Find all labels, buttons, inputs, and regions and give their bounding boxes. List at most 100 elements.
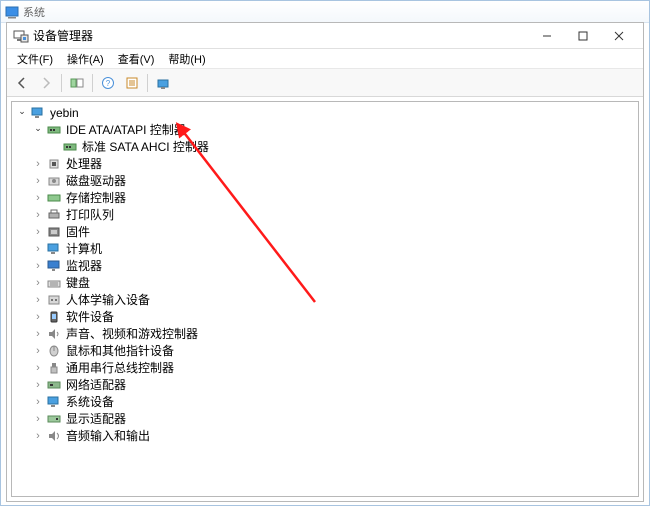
menu-action[interactable]: 操作(A): [61, 49, 110, 69]
tree-label: 人体学输入设备: [64, 292, 150, 308]
outer-titlebar[interactable]: 系统: [1, 1, 649, 23]
tree-label: 磁盘驱动器: [64, 173, 126, 189]
tree-item-ide[interactable]: IDE ATA/ATAPI 控制器: [12, 121, 638, 138]
chevron-right-icon[interactable]: [32, 156, 44, 172]
menu-help[interactable]: 帮助(H): [162, 49, 211, 69]
system-device-icon: [46, 395, 62, 409]
computer-icon: [46, 242, 62, 256]
tree-label: 存储控制器: [64, 190, 126, 206]
chevron-down-icon[interactable]: [16, 105, 28, 121]
device-tree: yebin IDE ATA/ATAPI 控制器 标准 SATA AHCI 控制器…: [12, 102, 638, 446]
ide-controller-icon: [62, 140, 78, 154]
tree-item-hid[interactable]: 人体学输入设备: [12, 291, 638, 308]
menu-file[interactable]: 文件(F): [11, 49, 59, 69]
inner-titlebar[interactable]: 设备管理器: [7, 23, 643, 49]
chevron-right-icon[interactable]: [32, 411, 44, 427]
menu-bar: 文件(F) 操作(A) 查看(V) 帮助(H): [7, 49, 643, 69]
chevron-right-icon[interactable]: [32, 343, 44, 359]
tree-item-cpu[interactable]: 处理器: [12, 155, 638, 172]
tree-label: 固件: [64, 224, 90, 240]
usb-icon: [46, 361, 62, 375]
printer-icon: [46, 208, 62, 222]
hid-icon: [46, 293, 62, 307]
tree-label: 显示适配器: [64, 411, 126, 427]
tree-item-firmware[interactable]: 固件: [12, 223, 638, 240]
tree-item-usb[interactable]: 通用串行总线控制器: [12, 359, 638, 376]
tree-label: 键盘: [64, 275, 90, 291]
chevron-right-icon[interactable]: [32, 241, 44, 257]
forward-button[interactable]: [35, 72, 57, 94]
storage-controller-icon: [46, 191, 62, 205]
chevron-right-icon[interactable]: [32, 224, 44, 240]
chevron-right-icon[interactable]: [32, 292, 44, 308]
show-hide-tree-button[interactable]: [66, 72, 88, 94]
device-manager-window: 设备管理器 文件(F) 操作(A) 查看(V) 帮助(H) ? yebin: [6, 22, 644, 502]
tree-item-storage[interactable]: 存储控制器: [12, 189, 638, 206]
menu-view[interactable]: 查看(V): [112, 49, 161, 69]
tree-item-printqueue[interactable]: 打印队列: [12, 206, 638, 223]
tree-item-audio-io[interactable]: 音频输入和输出: [12, 427, 638, 444]
tree-item-audio-video[interactable]: 声音、视频和游戏控制器: [12, 325, 638, 342]
tree-label: 处理器: [64, 156, 102, 172]
chevron-right-icon[interactable]: [32, 394, 44, 410]
help-button[interactable]: ?: [97, 72, 119, 94]
tree-label: 鼠标和其他指针设备: [64, 343, 174, 359]
tree-label: 软件设备: [64, 309, 114, 325]
scan-hardware-button[interactable]: [152, 72, 174, 94]
maximize-button[interactable]: [565, 25, 601, 47]
chevron-right-icon[interactable]: [32, 309, 44, 325]
chevron-right-icon[interactable]: [32, 275, 44, 291]
chevron-right-icon[interactable]: [32, 360, 44, 376]
audio-io-icon: [46, 429, 62, 443]
tree-label: 标准 SATA AHCI 控制器: [80, 139, 209, 155]
tree-item-mouse[interactable]: 鼠标和其他指针设备: [12, 342, 638, 359]
minimize-button[interactable]: [529, 25, 565, 47]
tree-root[interactable]: yebin: [12, 104, 638, 121]
chevron-right-icon[interactable]: [32, 190, 44, 206]
ide-controller-icon: [46, 123, 62, 137]
window-controls: [529, 25, 637, 47]
tree-item-system[interactable]: 系统设备: [12, 393, 638, 410]
tree-label: 监视器: [64, 258, 102, 274]
tree-item-sata-ahci[interactable]: 标准 SATA AHCI 控制器: [12, 138, 638, 155]
tree-label: yebin: [48, 105, 79, 121]
system-icon: [5, 5, 19, 19]
network-adapter-icon: [46, 378, 62, 392]
tree-label: 音频输入和输出: [64, 428, 150, 444]
computer-icon: [30, 106, 46, 120]
software-device-icon: [46, 310, 62, 324]
cpu-icon: [46, 157, 62, 171]
chevron-right-icon[interactable]: [32, 207, 44, 223]
tree-item-software[interactable]: 软件设备: [12, 308, 638, 325]
tree-label: IDE ATA/ATAPI 控制器: [64, 122, 186, 138]
svg-text:?: ?: [106, 79, 111, 88]
mouse-icon: [46, 344, 62, 358]
inner-title: 设备管理器: [33, 27, 529, 44]
close-button[interactable]: [601, 25, 637, 47]
display-adapter-icon: [46, 412, 62, 426]
device-tree-panel: yebin IDE ATA/ATAPI 控制器 标准 SATA AHCI 控制器…: [11, 101, 639, 497]
properties-button[interactable]: [121, 72, 143, 94]
tree-item-display[interactable]: 显示适配器: [12, 410, 638, 427]
tree-item-disk[interactable]: 磁盘驱动器: [12, 172, 638, 189]
chevron-down-icon[interactable]: [32, 122, 44, 138]
monitor-icon: [46, 259, 62, 273]
outer-title: 系统: [23, 4, 645, 20]
tree-label: 网络适配器: [64, 377, 126, 393]
chevron-right-icon[interactable]: [32, 326, 44, 342]
firmware-icon: [46, 225, 62, 239]
tree-item-keyboard[interactable]: 键盘: [12, 274, 638, 291]
tree-item-computer[interactable]: 计算机: [12, 240, 638, 257]
tree-item-monitor[interactable]: 监视器: [12, 257, 638, 274]
back-button[interactable]: [11, 72, 33, 94]
tree-label: 计算机: [64, 241, 102, 257]
tree-label: 系统设备: [64, 394, 114, 410]
device-manager-icon: [13, 28, 29, 44]
chevron-right-icon[interactable]: [32, 377, 44, 393]
tree-item-network[interactable]: 网络适配器: [12, 376, 638, 393]
sound-icon: [46, 327, 62, 341]
chevron-right-icon[interactable]: [32, 258, 44, 274]
chevron-right-icon[interactable]: [32, 173, 44, 189]
toolbar: ?: [7, 69, 643, 97]
chevron-right-icon[interactable]: [32, 428, 44, 444]
